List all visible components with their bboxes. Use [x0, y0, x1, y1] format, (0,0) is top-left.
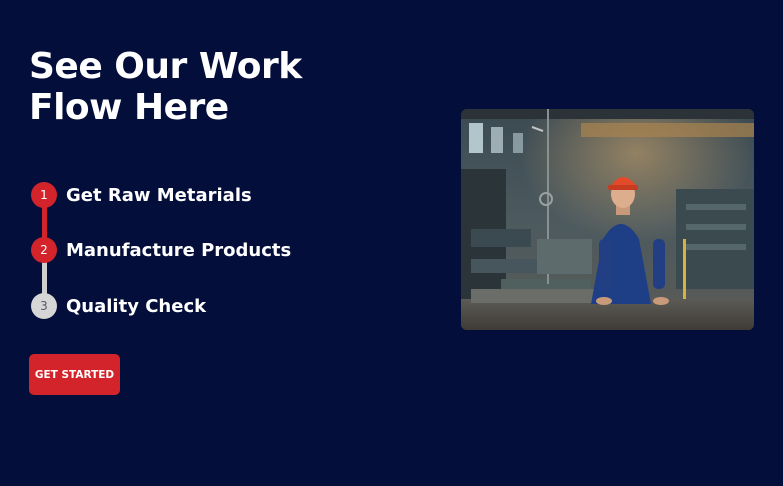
- step-label: Manufacture Products: [66, 239, 292, 261]
- step-manufacture-products: 2 Manufacture Products: [31, 237, 291, 263]
- workflow-steps: 1 Get Raw Metarials 2 Manufacture Produc…: [31, 182, 331, 322]
- get-started-button[interactable]: GET STARTED: [29, 354, 120, 395]
- step-get-raw-materials: 1 Get Raw Metarials: [31, 182, 252, 208]
- factory-worker-photo: [461, 109, 754, 330]
- step-label: Get Raw Metarials: [66, 184, 252, 206]
- step-number-badge: 3: [31, 293, 57, 319]
- heading-line-1: See Our Work: [29, 46, 302, 87]
- step-number-badge: 2: [31, 237, 57, 263]
- step-quality-check: 3 Quality Check: [31, 293, 206, 319]
- step-label: Quality Check: [66, 295, 207, 317]
- step-number-badge: 1: [31, 182, 57, 208]
- heading-line-2: Flow Here: [29, 87, 229, 128]
- section-heading: See Our Work Flow Here: [29, 46, 329, 128]
